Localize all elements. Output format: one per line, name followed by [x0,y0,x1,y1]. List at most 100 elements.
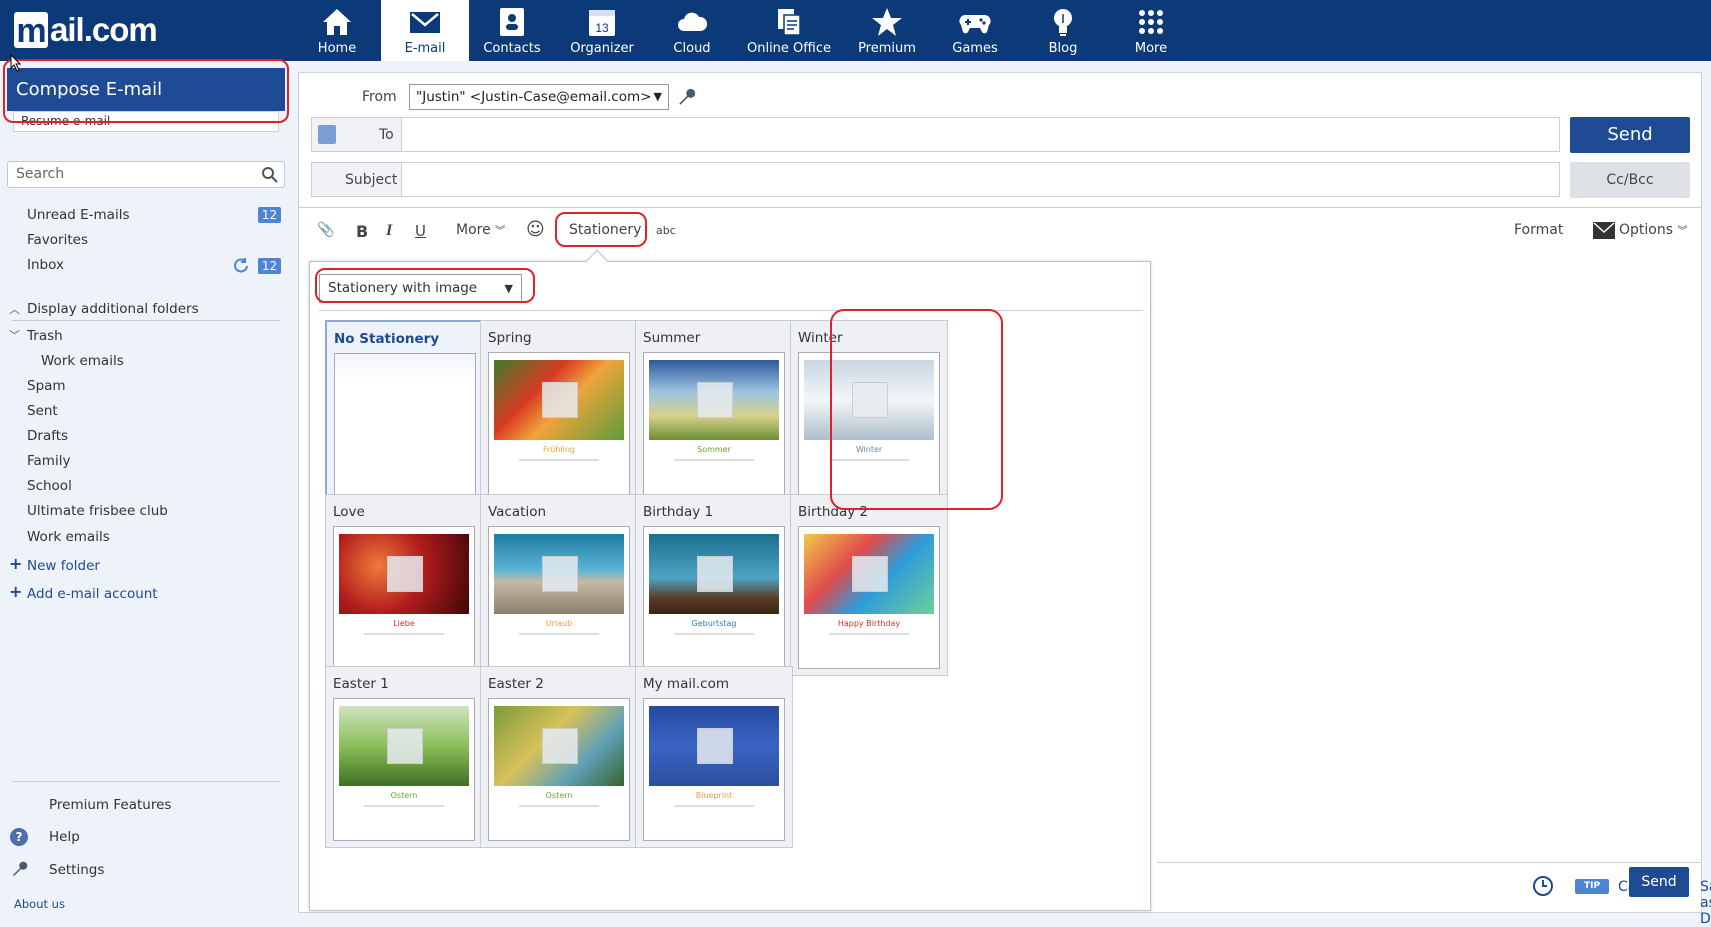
stationery-card-summer[interactable]: Summer Sommer [635,320,793,502]
folder-inbox[interactable]: Inbox [27,257,64,273]
clock-icon[interactable] [1532,875,1554,897]
from-value: "Justin" <Justin-Case@email.com> [416,89,652,105]
top-navigation-bar: m ail.com Home E-mail Contacts 13 Organiz… [0,0,1711,61]
folder-trash-work-emails[interactable]: Work emails [41,353,124,369]
italic-icon[interactable]: I [386,222,392,240]
display-additional-folders[interactable]: Display additional folders [27,301,199,317]
image-placeholder-icon [852,382,888,418]
chevron-up-icon[interactable]: ︿ [9,301,20,317]
settings-link[interactable]: Settings [49,862,104,878]
more-formatting-button[interactable]: More ︾ [456,222,505,238]
stationery-card-spring[interactable]: Spring Frühling [480,320,638,502]
nav-contacts[interactable]: Contacts [468,0,556,61]
bold-icon[interactable]: B [356,222,368,241]
stationery-card-title: Birthday 1 [643,504,714,520]
envelope-icon [410,12,440,33]
nav-premium[interactable]: Premium [843,0,931,61]
options-button[interactable]: Options ︾ [1619,222,1687,238]
divider [12,320,280,321]
stationery-type-select[interactable]: Stationery with image ▼ [319,274,522,303]
stationery-thumbnail: Urlaub [488,526,630,669]
stationery-preview-image [649,534,779,614]
cc-bcc-button[interactable]: Cc/Bcc [1570,162,1690,198]
wrench-icon[interactable] [676,87,696,107]
address-book-icon[interactable] [318,125,336,144]
folder-ultimate-frisbee[interactable]: Ultimate frisbee club [27,503,168,519]
stationery-button[interactable]: Stationery [569,222,641,238]
stationery-preview-image [649,360,779,440]
folder-favorites[interactable]: Favorites [27,232,88,248]
premium-features-link[interactable]: Premium Features [49,797,171,813]
nav-cloud[interactable]: Cloud [648,0,736,61]
stationery-card-title: Easter 2 [488,676,544,692]
to-input[interactable] [401,118,1559,151]
nav-email[interactable]: E-mail [381,0,469,61]
underline-icon[interactable]: U [415,222,426,240]
help-icon: ? [10,828,28,846]
chevron-down-icon[interactable]: ﹀ [9,327,20,343]
stationery-thumbnail: Sommer [643,352,785,495]
format-button[interactable]: Format [1514,222,1563,238]
nav-organizer[interactable]: 13 Organizer [558,0,646,61]
nav-blog[interactable]: Blog [1019,0,1107,61]
about-us-link[interactable]: About us [14,897,65,911]
folder-unread[interactable]: Unread E-mails [27,207,130,223]
stationery-preview-image [494,706,624,786]
nav-games[interactable]: Games [931,0,1019,61]
subject-input[interactable] [401,163,1559,196]
nav-online-office[interactable]: Online Office [745,0,833,61]
save-as-draft-button[interactable]: Save as Draft [1700,879,1711,927]
stationery-card-my-mail-com[interactable]: My mail.com Blueprint [635,666,793,848]
compose-email-button[interactable]: Compose E-mail [7,68,285,111]
stationery-thumbnail: Geburtstag [643,526,785,669]
search-input[interactable]: Search [7,161,285,188]
folder-family[interactable]: Family [27,453,70,469]
from-select[interactable]: "Justin" <Justin-Case@email.com> ▼ [409,84,669,110]
cloud-icon [678,12,708,31]
chevron-down-icon: ▼ [653,90,662,103]
attachment-icon[interactable]: 📎 [317,222,334,238]
image-placeholder-icon [852,556,888,592]
text-line-placeholder [674,633,754,635]
folder-trash[interactable]: Trash [27,328,63,344]
refresh-icon[interactable] [232,257,250,275]
stationery-card-easter-2[interactable]: Easter 2 Ostern [480,666,638,848]
tip-badge[interactable]: TIP [1575,879,1609,894]
nav-home[interactable]: Home [293,0,381,61]
stationery-thumbnail [334,353,476,496]
lightbulb-icon [1054,9,1072,36]
send-bottom-button[interactable]: Send [1629,867,1689,897]
nav-more[interactable]: More [1107,0,1195,61]
stationery-preview-image [804,360,934,440]
text-line-placeholder [829,633,909,635]
new-folder-link[interactable]: New folder [27,558,100,574]
stationery-preview-image [649,706,779,786]
text-line-placeholder [364,633,444,635]
add-email-account-link[interactable]: Add e-mail account [27,586,158,602]
stationery-card-birthday-1[interactable]: Birthday 1 Geburtstag [635,494,793,676]
stationery-card-easter-1[interactable]: Easter 1 Ostern [325,666,483,848]
folder-spam[interactable]: Spam [27,378,66,394]
stationery-preview-image [494,534,624,614]
folder-drafts[interactable]: Drafts [27,428,68,444]
stationery-thumbnail: Liebe [333,526,475,669]
send-button[interactable]: Send [1570,117,1690,153]
folder-school[interactable]: School [27,478,72,494]
search-icon[interactable] [261,166,279,184]
spellcheck-icon[interactable]: abc [656,224,676,237]
stationery-card-love[interactable]: Love Liebe [325,494,483,676]
stationery-card-winter[interactable]: Winter Winter [790,320,948,502]
mailcom-logo[interactable]: m ail.com [14,8,164,52]
help-link[interactable]: Help [49,829,80,845]
mouse-cursor-icon [10,54,22,72]
star-icon [872,8,902,36]
resume-email-button[interactable]: Resume e-mail [13,111,279,132]
text-line-placeholder [364,805,444,807]
stationery-caption: Geburtstag [691,619,737,628]
folder-sent[interactable]: Sent [27,403,58,419]
stationery-card-no-stationery[interactable]: No Stationery [325,320,483,502]
stationery-card-vacation[interactable]: Vacation Urlaub [480,494,638,676]
folder-work-emails[interactable]: Work emails [27,529,110,545]
stationery-card-birthday-2[interactable]: Birthday 2 Happy Birthday [790,494,948,676]
emoji-icon[interactable]: ☺ [526,219,545,240]
